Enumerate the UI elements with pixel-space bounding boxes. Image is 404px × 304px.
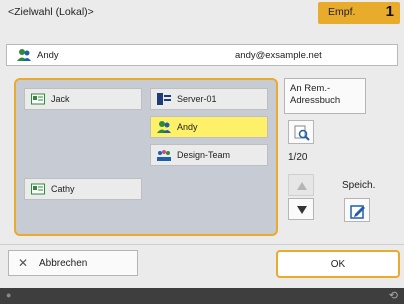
ok-label: OK — [330, 259, 346, 270]
address-list-panel: Jack Cathy Server-01 Andy Design-Team — [14, 78, 278, 236]
arrow-up-icon — [297, 182, 307, 190]
group-person-icon — [157, 121, 171, 133]
recipient-count: 1 — [385, 3, 394, 20]
entry-label: Andy — [177, 122, 198, 132]
entry-label: Design-Team — [177, 150, 231, 160]
arrow-down-icon — [297, 206, 307, 214]
save-button[interactable] — [344, 198, 370, 222]
magnifier-icon — [294, 125, 310, 141]
details-button[interactable] — [288, 120, 314, 144]
cancel-button[interactable]: ✕ Abbrechen — [8, 250, 138, 276]
divider — [0, 244, 404, 245]
scroll-down-button[interactable] — [288, 198, 314, 220]
scroll-up-button[interactable] — [288, 174, 314, 196]
selected-name: Andy — [37, 50, 59, 61]
status-monitor-icon[interactable]: ⟲ — [389, 289, 398, 302]
group-person-icon — [17, 49, 31, 61]
edit-icon — [350, 205, 365, 219]
remote-address-book-button[interactable]: An Rem.- Adressbuch — [284, 78, 366, 114]
server-icon — [157, 93, 171, 105]
cancel-label: Abbrechen — [39, 258, 88, 269]
card-icon — [31, 93, 45, 105]
selected-email: andy@exsample.net — [235, 50, 322, 61]
ok-button[interactable]: OK — [276, 250, 400, 278]
selected-address-row[interactable]: Andy andy@exsample.net — [6, 44, 398, 66]
remote-address-book-label: An Rem.- Adressbuch — [290, 83, 341, 106]
status-indicator-icon: ● — [6, 290, 12, 300]
list-item-cathy[interactable]: Cathy — [24, 178, 142, 200]
entry-label: Cathy — [51, 184, 75, 194]
entry-label: Jack — [51, 94, 70, 104]
entry-label: Server-01 — [177, 94, 217, 104]
status-bar: ● ⟲ — [0, 288, 404, 304]
screen-title: <Zielwahl (Lokal)> — [8, 6, 94, 18]
list-item-server-01[interactable]: Server-01 — [150, 88, 268, 110]
list-item-design-team[interactable]: Design-Team — [150, 144, 268, 166]
page-indicator: 1/20 — [288, 152, 308, 163]
save-label: Speich. — [342, 180, 376, 191]
recipient-counter[interactable]: Empf. 1 — [318, 2, 400, 24]
card-icon — [31, 183, 45, 195]
list-item-andy[interactable]: Andy — [150, 116, 268, 138]
close-icon: ✕ — [18, 256, 29, 270]
list-item-jack[interactable]: Jack — [24, 88, 142, 110]
recipient-label: Empf. — [328, 6, 356, 18]
team-icon — [157, 150, 171, 161]
